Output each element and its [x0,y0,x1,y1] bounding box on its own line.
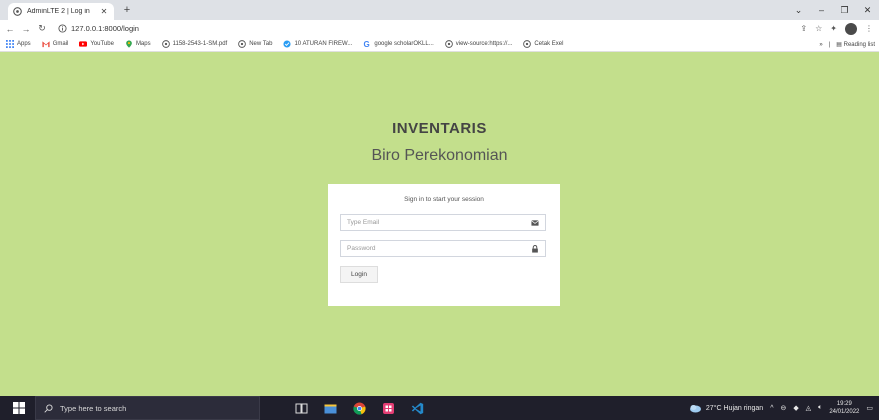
browser-tab-strip: AdminLTE 2 | Log in ✕ + ⌄ – ❐ ✕ [0,0,879,20]
info-icon[interactable] [58,24,67,33]
app-tray-icon[interactable]: ◆ [793,404,798,412]
weather-text: 27°C Hujan ringan [705,404,764,412]
globe-icon [523,40,532,48]
bookmark-new-tab[interactable]: New Tab [238,40,272,48]
reading-list-button[interactable]: ▤ Reading list [836,41,875,48]
forward-button[interactable]: → [20,24,32,34]
new-tab-button[interactable]: + [120,3,134,17]
chevron-down-icon[interactable]: ⌄ [787,5,810,16]
bookmark-label: YouTube [90,41,114,47]
reading-list-label: Reading list [843,42,875,48]
taskbar-search-placeholder: Type here to search [60,403,127,413]
google-icon: G [364,40,370,48]
password-field[interactable] [341,241,545,256]
gmail-icon [42,41,50,48]
brand-title: INVENTARIS [392,120,487,137]
windows-taskbar: Type here to search 27°C Hujan ringan ^ … [0,396,879,420]
url-text: 127.0.0.1:8000/login [71,24,139,33]
apps-grid-icon [6,40,14,48]
window-controls: ⌄ – ❐ ✕ [787,0,879,20]
browser-tab[interactable]: AdminLTE 2 | Log in ✕ [8,3,114,20]
bookmark-gmail[interactable]: Gmail [42,40,69,48]
back-button[interactable]: ← [4,24,16,34]
brand-subtitle: Biro Perekonomian [371,147,508,164]
bookmark-label: Apps [17,41,31,47]
svg-text:G: G [364,40,370,48]
bookmark-label: 10 ATURAN FIREW... [294,41,353,47]
globe-icon [13,7,22,16]
bookmark-cetak-exel[interactable]: Cetak Exel [523,40,563,48]
vscode-icon[interactable] [411,402,424,415]
close-window-button[interactable]: ✕ [856,5,879,16]
youtube-icon [79,41,88,47]
bookmark-maps[interactable]: Maps [125,40,151,48]
bookmark-label: New Tab [249,41,273,47]
volume-icon[interactable]: 🔈︎ [818,404,822,412]
maps-icon [126,40,132,48]
email-field[interactable] [341,215,545,230]
close-icon[interactable]: ✕ [99,7,109,16]
bookmark-label: 1158-2543-1-SM.pdf [172,41,228,47]
notification-icon[interactable]: ▭ [866,404,873,412]
wifi-icon[interactable]: ◬ [806,404,811,412]
more-bookmarks-button[interactable]: » [819,42,822,48]
reading-list-icon: ▤ [836,42,842,48]
browser-toolbar: ← → ↻ 127.0.0.1:8000/login ⇪ ☆ ✦ ⋮ [0,20,879,37]
globe-icon [161,40,170,48]
lock-icon [532,245,538,253]
system-tray: 27°C Hujan ringan ^ ⊖ ◆ ◬ 🔈︎ 19:29 24/01… [689,396,873,420]
bookmark-google-scholar[interactable]: G google scholarOKLL... [363,40,434,48]
tab-title: AdminLTE 2 | Log in [27,8,90,15]
bookmark-label: Cetak Exel [534,41,564,47]
bookmark-firewall[interactable]: 10 ATURAN FIREW... [283,40,352,48]
bookmark-label: Gmail [52,41,69,47]
bookmarks-bar: Apps Gmail YouTube Maps 1158-2543-1-SM.p… [0,37,879,52]
avatar[interactable] [845,22,857,35]
envelope-icon [531,220,539,226]
clock[interactable]: 19:29 24/01/2022 [829,400,859,416]
bookmark-apps[interactable]: Apps [6,40,31,48]
divider: | [828,41,831,48]
network-icon[interactable]: ⊖ [780,404,786,412]
bookmark-label: Maps [135,41,151,47]
clock-time: 19:29 [836,401,852,407]
minimize-button[interactable]: – [810,5,833,15]
chrome-icon[interactable] [353,402,366,415]
login-page: INVENTARIS Biro Perekonomian Sign in to … [0,52,879,396]
task-view-icon[interactable] [295,402,308,415]
address-bar[interactable]: 127.0.0.1:8000/login [58,22,818,35]
login-button[interactable]: Login [340,266,378,283]
cloud-rain-icon [689,404,701,412]
bookmark-view-source[interactable]: view-source:https://... [444,40,513,48]
weather-widget[interactable]: 27°C Hujan ringan [689,404,763,413]
bookmarks-right: » | ▤ Reading list [819,37,875,52]
bookmark-label: google scholarOKLL... [374,41,434,47]
bookmark-youtube[interactable]: YouTube [79,40,114,48]
bookmark-label: view-source:https://... [455,41,513,47]
store-icon[interactable] [382,402,395,415]
login-box-message: Sign in to start your session [404,196,484,203]
bookmark-pdf[interactable]: 1158-2543-1-SM.pdf [161,40,228,48]
password-field-group [340,240,546,257]
file-explorer-icon[interactable] [324,402,337,415]
clock-date: 24/01/2022 [829,409,860,415]
globe-icon [444,40,453,48]
email-field-group [340,214,546,231]
windows-start-icon[interactable] [13,402,25,414]
extensions-icon[interactable]: ✦ [830,24,837,33]
chevron-up-icon[interactable]: ^ [770,405,773,412]
login-box: Sign in to start your session Login [328,184,560,306]
restore-button[interactable]: ❐ [833,5,856,16]
menu-icon[interactable]: ⋮ [865,24,873,33]
taskbar-search[interactable]: Type here to search [35,396,260,420]
firewall-icon [283,40,292,48]
search-icon [44,403,53,413]
reload-button[interactable]: ↻ [36,23,48,34]
share-icon[interactable]: ⇪ [800,24,807,33]
toolbar-actions: ⇪ ☆ ✦ ⋮ [800,20,873,37]
globe-icon [238,40,247,48]
taskbar-apps [295,402,424,415]
star-icon[interactable]: ☆ [815,24,822,33]
